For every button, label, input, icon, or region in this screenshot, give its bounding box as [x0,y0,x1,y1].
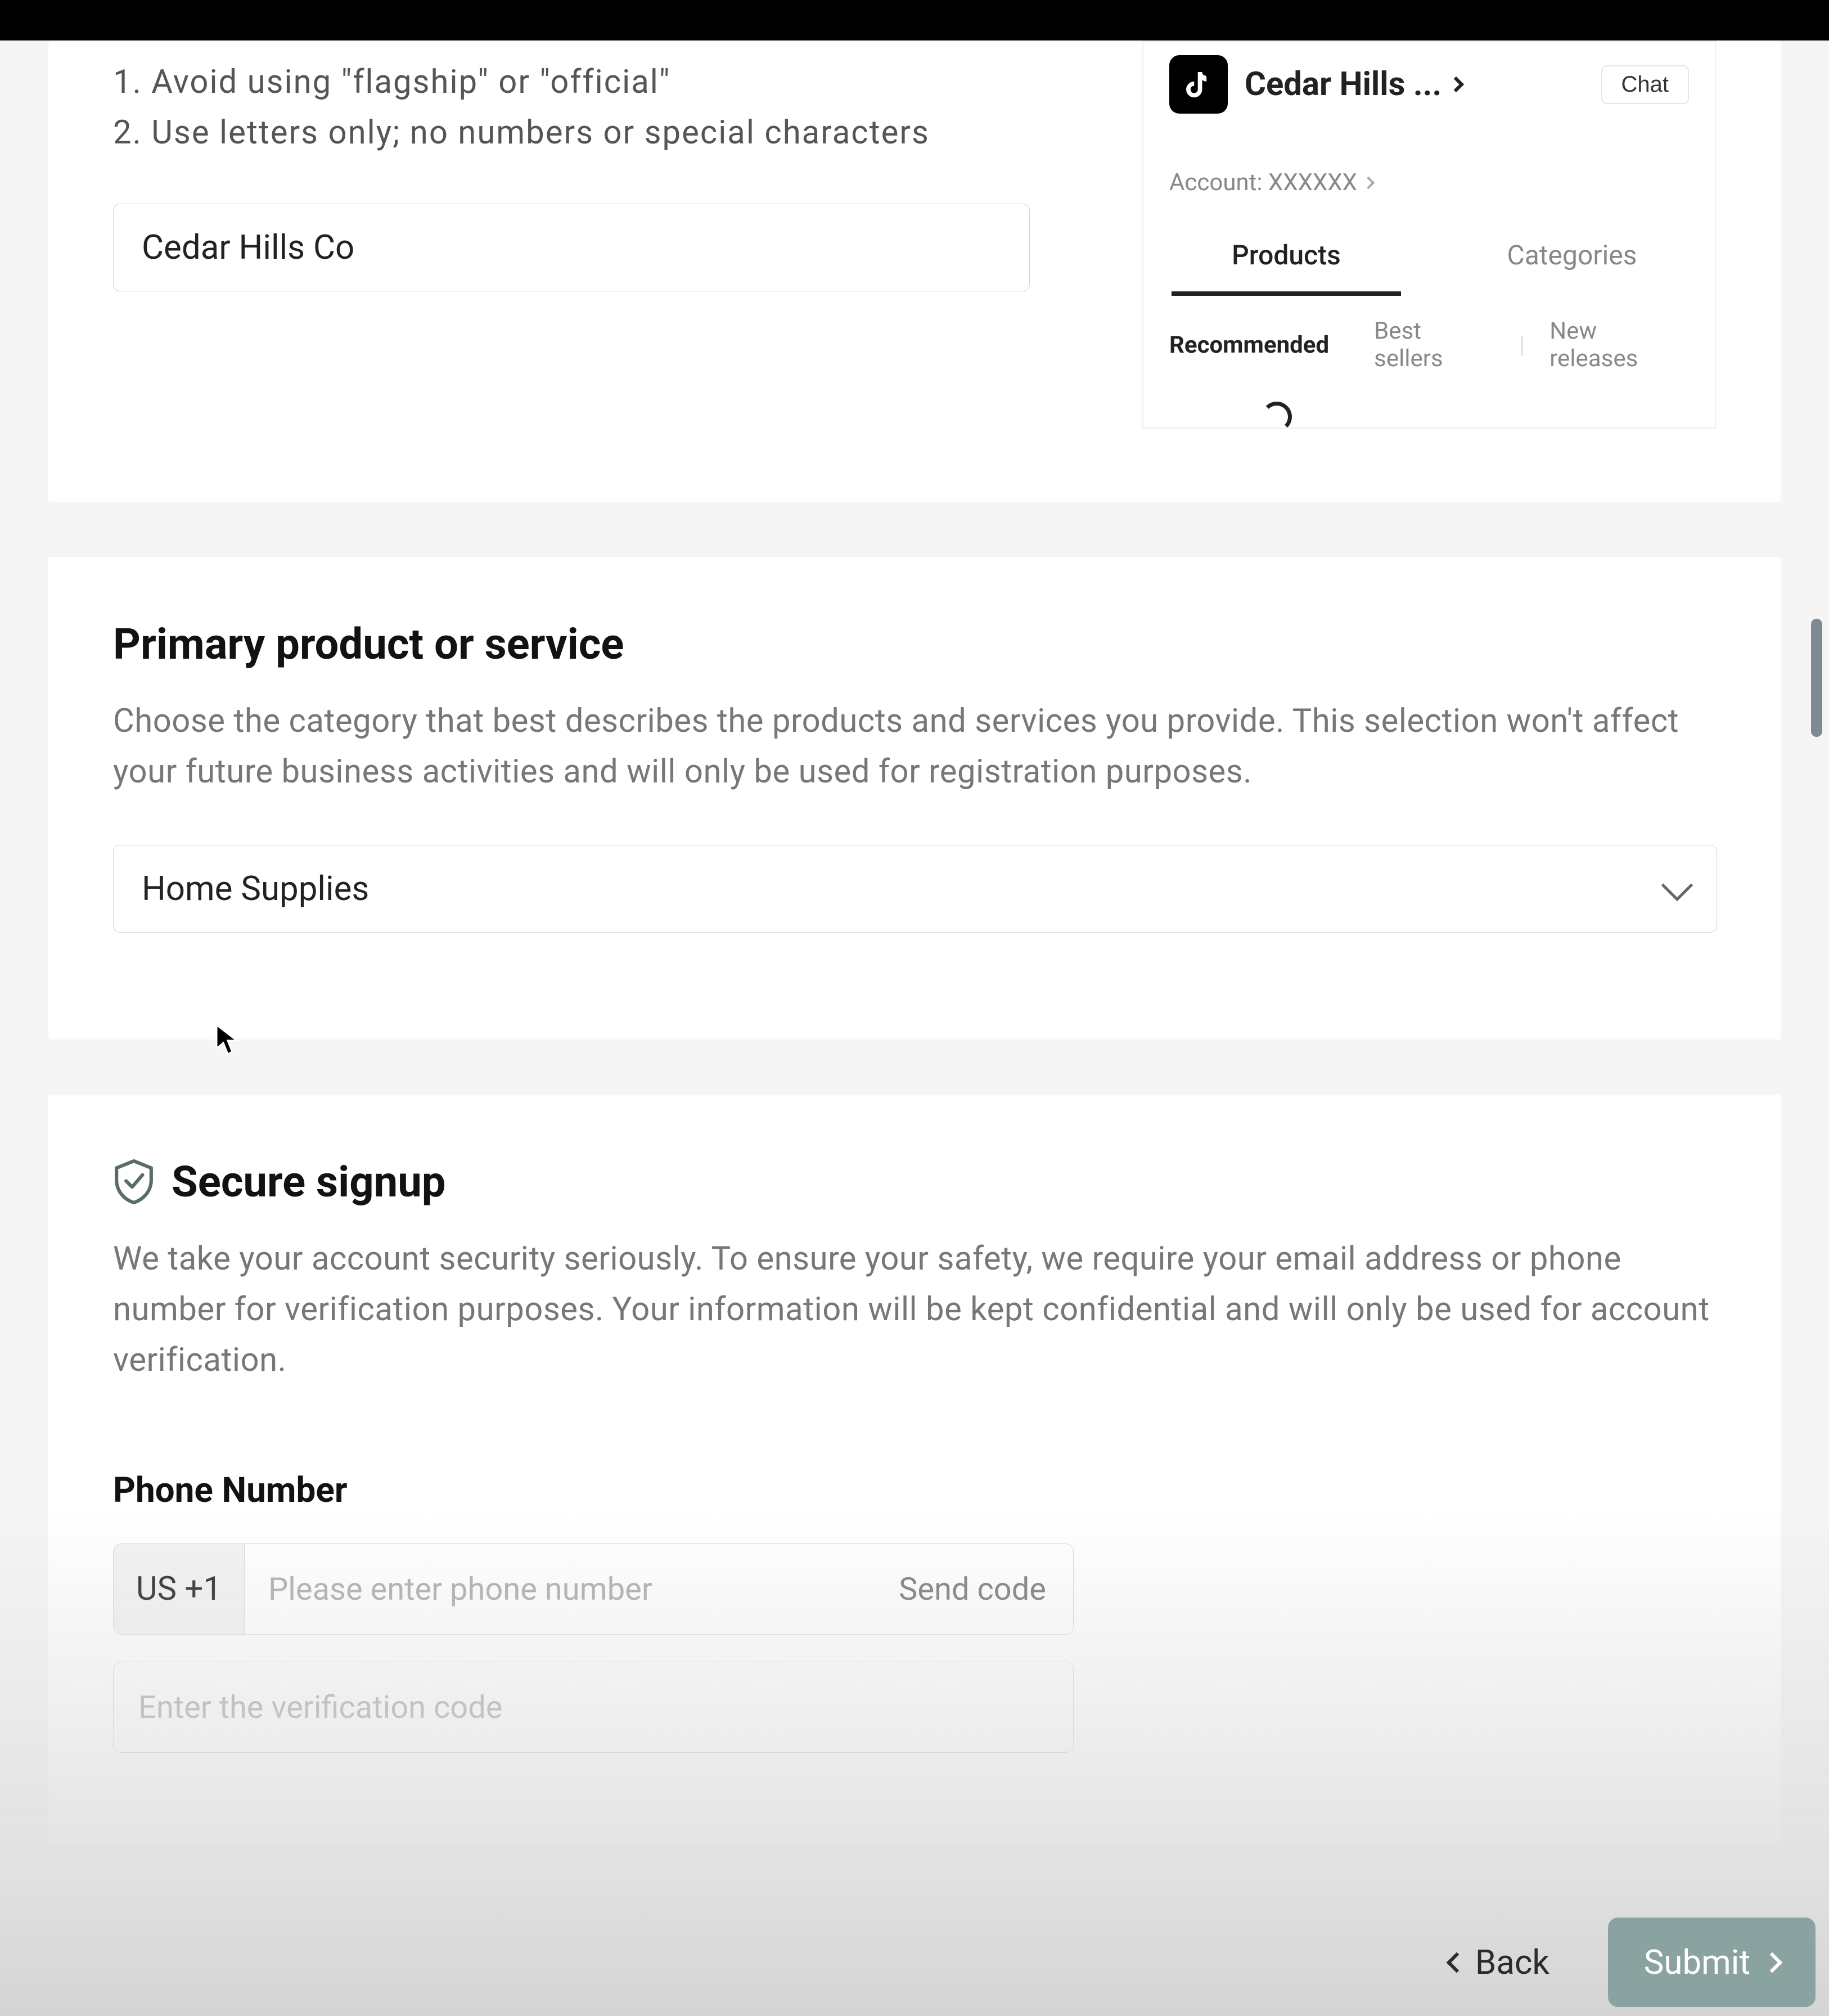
submit-button-label: Submit [1644,1942,1750,1982]
chevron-right-icon [1448,76,1464,92]
secure-signup-title-row: Secure signup [113,1156,1716,1207]
country-code-select[interactable]: US +1 [114,1544,245,1634]
shop-name-left: 1. Avoid using "flagship" or "official" … [113,40,1097,291]
phone-number-label: Phone Number [113,1470,1716,1511]
secure-signup-description: We take your account security seriously.… [113,1234,1716,1386]
filter-separator: | [1519,331,1525,359]
chevron-right-icon [1362,176,1375,189]
instruction-line-2: 2. Use letters only; no numbers or speci… [113,108,1097,159]
phone-input-group: US +1 Send code [113,1544,1074,1635]
shop-preview-panel: Cedar Hills ... Chat Account: XXXXXX Pro… [1142,40,1716,429]
verification-code-input[interactable] [113,1662,1074,1753]
secure-signup-section: Secure signup We take your account secur… [48,1095,1781,1843]
scrollbar-thumb[interactable] [1811,619,1822,737]
filter-best-sellers[interactable]: Best sellers [1374,317,1494,372]
chevron-left-icon [1447,1952,1467,1973]
preview-account-label: Account: XXXXXX [1169,169,1357,196]
chevron-right-icon [1762,1952,1783,1973]
shield-icon [113,1159,155,1205]
back-button-label: Back [1475,1942,1549,1982]
back-button[interactable]: Back [1413,1918,1585,2007]
chevron-down-icon [1661,869,1693,901]
preview-header: Cedar Hills ... Chat [1143,42,1715,133]
filter-recommended[interactable]: Recommended [1169,331,1329,359]
primary-product-section: Primary product or service Choose the ca… [48,557,1781,1040]
primary-product-selected: Home Supplies [142,868,369,908]
shop-name-section: 1. Avoid using "flagship" or "official" … [48,40,1781,502]
window-titlebar [0,0,1829,40]
preview-shop-name-row[interactable]: Cedar Hills ... [1245,65,1584,104]
preview-tabs: Products Categories [1143,222,1715,296]
shop-name-input[interactable] [113,204,1030,291]
tab-products[interactable]: Products [1143,222,1429,296]
shop-name-instructions: 1. Avoid using "flagship" or "official" … [113,40,1097,159]
tiktok-logo-icon [1169,55,1228,114]
preview-account-row[interactable]: Account: XXXXXX [1143,133,1715,222]
chat-button[interactable]: Chat [1601,65,1690,104]
instruction-line-1: 1. Avoid using "flagship" or "official" [113,57,1097,108]
tab-categories[interactable]: Categories [1429,222,1715,296]
send-code-button[interactable]: Send code [872,1544,1073,1634]
primary-product-title: Primary product or service [113,619,1716,669]
filter-new-releases[interactable]: New releases [1549,317,1689,372]
footer-actions: Back Submit [1413,1918,1816,2007]
primary-product-description: Choose the category that best describes … [113,696,1716,798]
preview-filter-row: Recommended Best sellers | New releases [1143,296,1715,372]
secure-signup-title: Secure signup [172,1156,446,1207]
submit-button[interactable]: Submit [1608,1918,1816,2007]
primary-product-select[interactable]: Home Supplies [113,845,1717,933]
loading-spinner-icon [1262,402,1292,429]
phone-number-input[interactable] [245,1544,872,1634]
preview-shop-name: Cedar Hills ... [1245,65,1441,104]
